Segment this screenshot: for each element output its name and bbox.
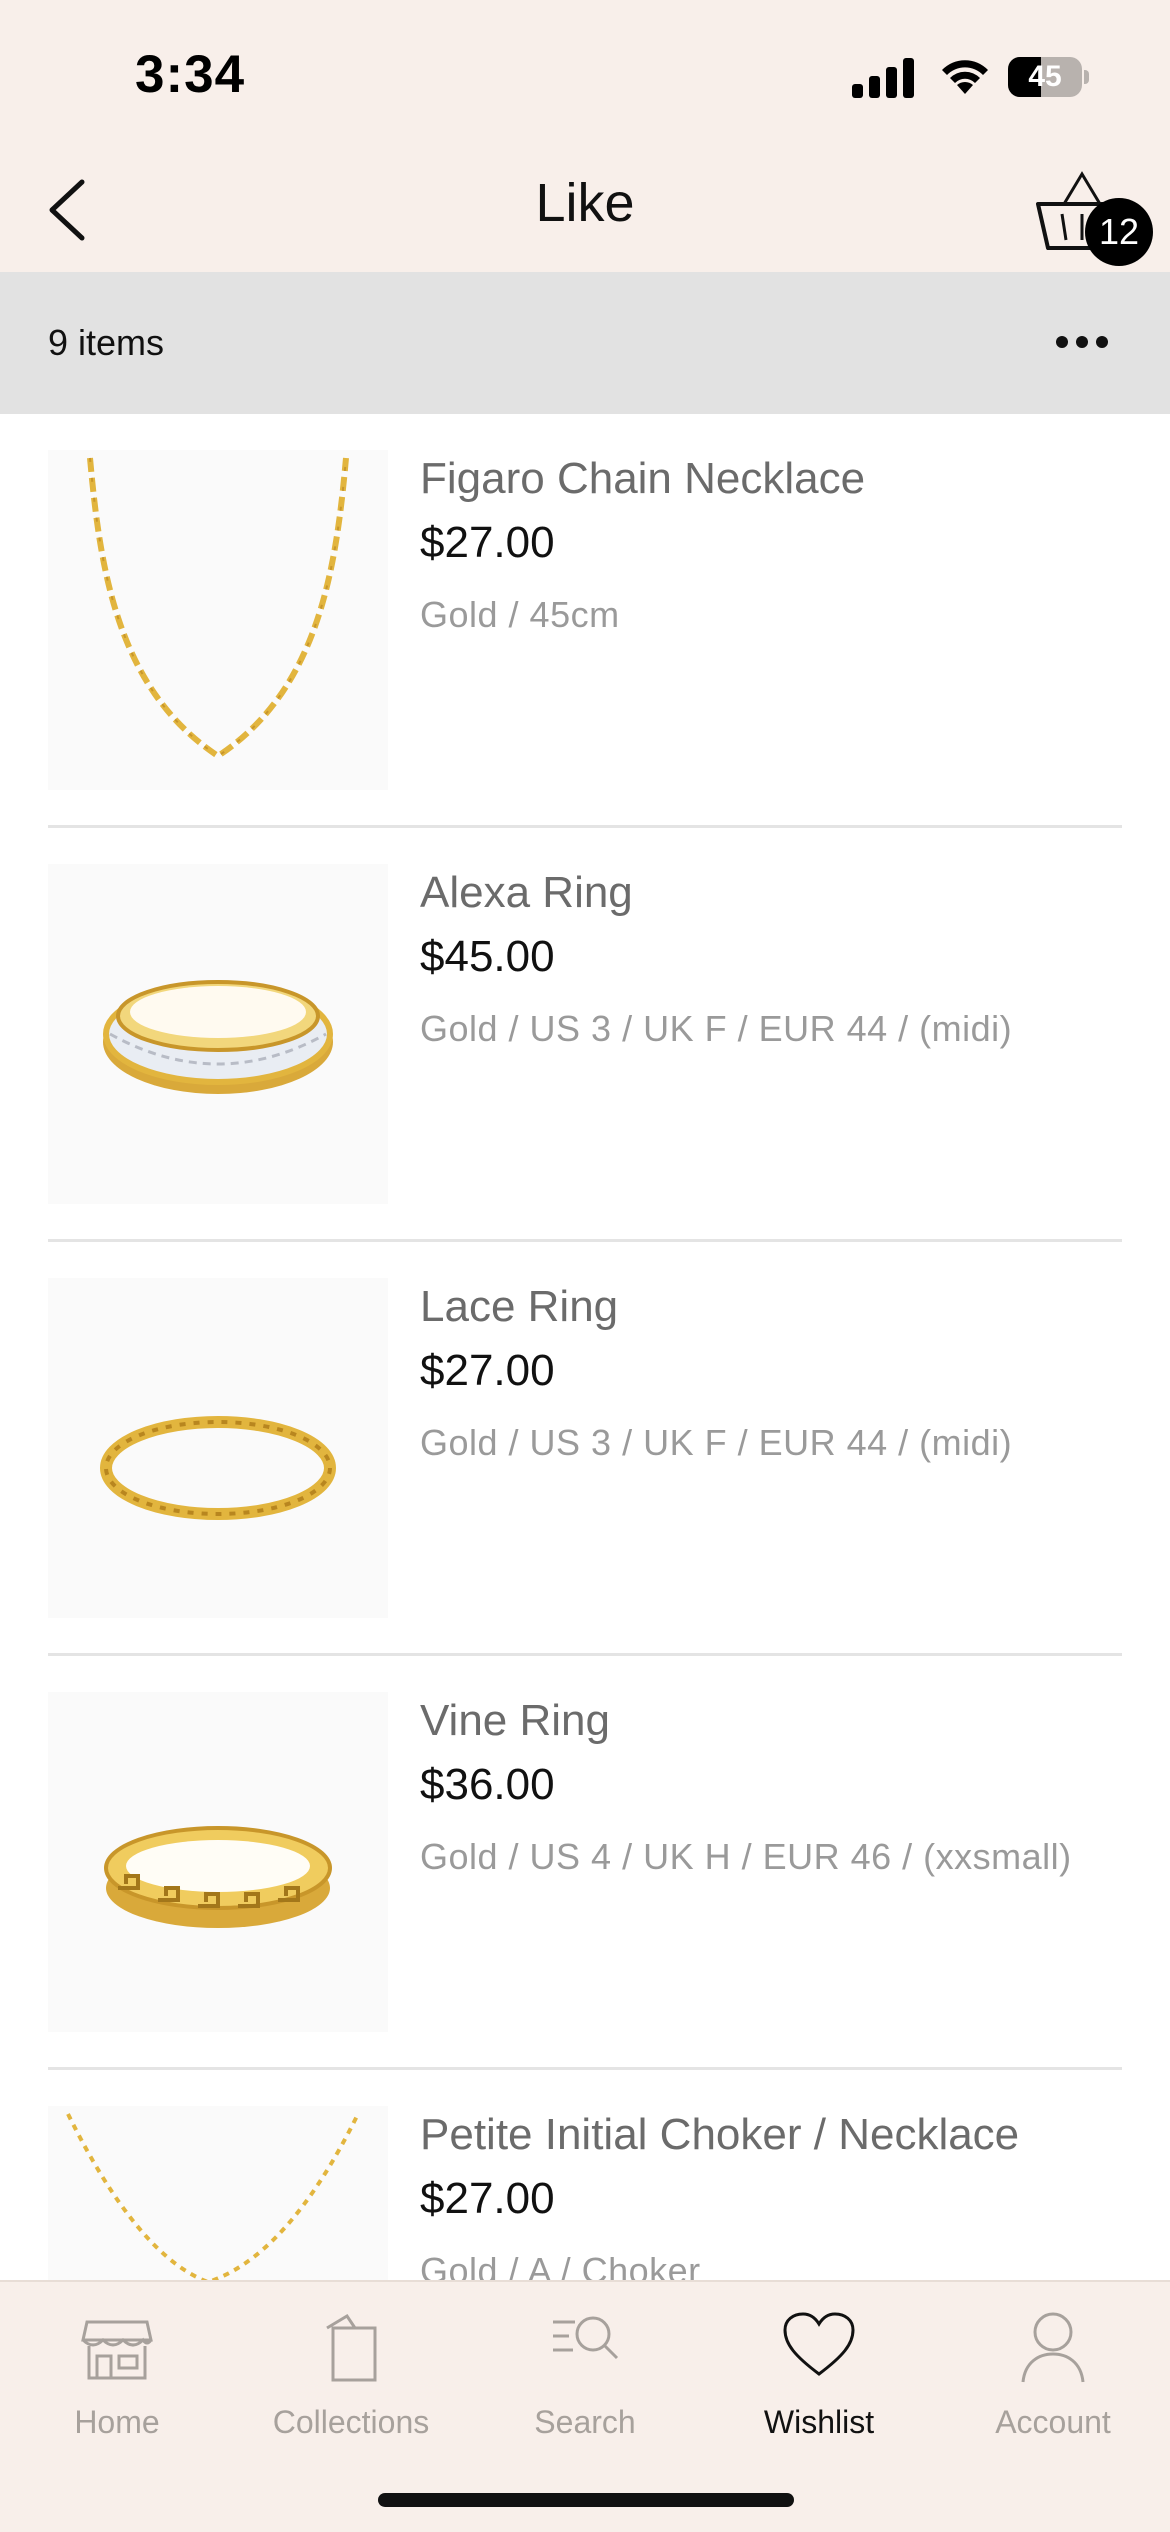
product-name[interactable]: Vine Ring [420, 1696, 610, 1746]
product-image[interactable] [48, 1692, 388, 2032]
battery-percentage: 45 [1028, 60, 1062, 93]
product-name[interactable]: Figaro Chain Necklace [420, 454, 865, 504]
product-name[interactable]: Lace Ring [420, 1282, 618, 1332]
product-variant: Gold / US 3 / UK F / EUR 44 / (midi) [420, 1008, 1013, 1049]
more-dot-icon [1096, 336, 1108, 348]
product-row[interactable]: Vine Ring $36.00 Gold / US 4 / UK H / EU… [0, 1656, 1170, 2070]
items-bar: 9 items [0, 272, 1170, 414]
product-row[interactable]: Lace Ring $27.00 Gold / US 3 / UK F / EU… [0, 1242, 1170, 1656]
tab-collections[interactable]: Collections [234, 2282, 468, 2482]
product-name[interactable]: Alexa Ring [420, 868, 633, 918]
tab-label-home: Home [74, 2404, 160, 2440]
product-image[interactable] [48, 450, 388, 790]
status-bar: 3:34 45 [0, 0, 1170, 150]
product-image[interactable] [48, 864, 388, 1204]
product-image[interactable] [48, 2106, 388, 2280]
heart-icon [783, 2312, 855, 2376]
collections-icon [326, 2313, 377, 2382]
status-time: 3:34 [135, 45, 246, 104]
search-icon [553, 2316, 619, 2360]
nav-bar: Like [0, 150, 1170, 272]
petite-initial-choker-image [66, 2113, 360, 2280]
product-row[interactable]: Figaro Chain Necklace $27.00 Gold / 45cm [0, 414, 1170, 828]
product-name[interactable]: Petite Initial Choker / Necklace [420, 2110, 1019, 2160]
vine-ring-image [104, 1826, 332, 1928]
tab-label-collections: Collections [272, 2404, 430, 2440]
page-title: Like [535, 173, 635, 233]
more-dot-icon [1056, 336, 1068, 348]
lace-ring-image [100, 1416, 336, 1520]
person-icon [1021, 2312, 1085, 2383]
wishlist-product-list: Figaro Chain Necklace $27.00 Gold / 45cm… [0, 414, 1170, 2280]
product-variant: Gold / US 4 / UK H / EUR 46 / (xxsmall) [420, 1836, 1072, 1877]
tab-search[interactable]: Search [468, 2282, 702, 2482]
product-price: $45.00 [420, 932, 555, 981]
battery-indicator: 45 [1008, 57, 1089, 97]
product-price: $36.00 [420, 1760, 555, 1809]
figaro-chain-necklace-image [87, 457, 349, 760]
items-count: 9 items [48, 322, 165, 363]
tab-home[interactable]: Home [0, 2282, 234, 2482]
product-variant: Gold / A / Choker [420, 2250, 701, 2280]
product-image[interactable] [48, 1278, 388, 1618]
store-icon [81, 2320, 153, 2380]
product-row[interactable]: Petite Initial Choker / Necklace $27.00 … [0, 2070, 1170, 2280]
tab-wishlist[interactable]: Wishlist [702, 2282, 936, 2482]
home-indicator [378, 2493, 794, 2507]
cellular-signal-icon [852, 58, 914, 98]
product-variant: Gold / US 3 / UK F / EUR 44 / (midi) [420, 1422, 1013, 1463]
alexa-ring-image [103, 980, 333, 1094]
tab-label-account: Account [995, 2404, 1111, 2440]
product-price: $27.00 [420, 1346, 555, 1395]
product-price: $27.00 [420, 2174, 555, 2223]
tab-label-search: Search [534, 2404, 636, 2440]
more-dot-icon [1076, 336, 1088, 348]
product-variant: Gold / 45cm [420, 594, 620, 635]
product-row[interactable]: Alexa Ring $45.00 Gold / US 3 / UK F / E… [0, 828, 1170, 1242]
tab-label-wishlist: Wishlist [763, 2404, 875, 2440]
tab-account[interactable]: Account [936, 2282, 1170, 2482]
product-price: $27.00 [420, 518, 555, 567]
more-options-button[interactable] [1052, 322, 1112, 362]
cart-count-badge: 12 [1085, 198, 1153, 266]
wifi-icon [942, 60, 988, 94]
